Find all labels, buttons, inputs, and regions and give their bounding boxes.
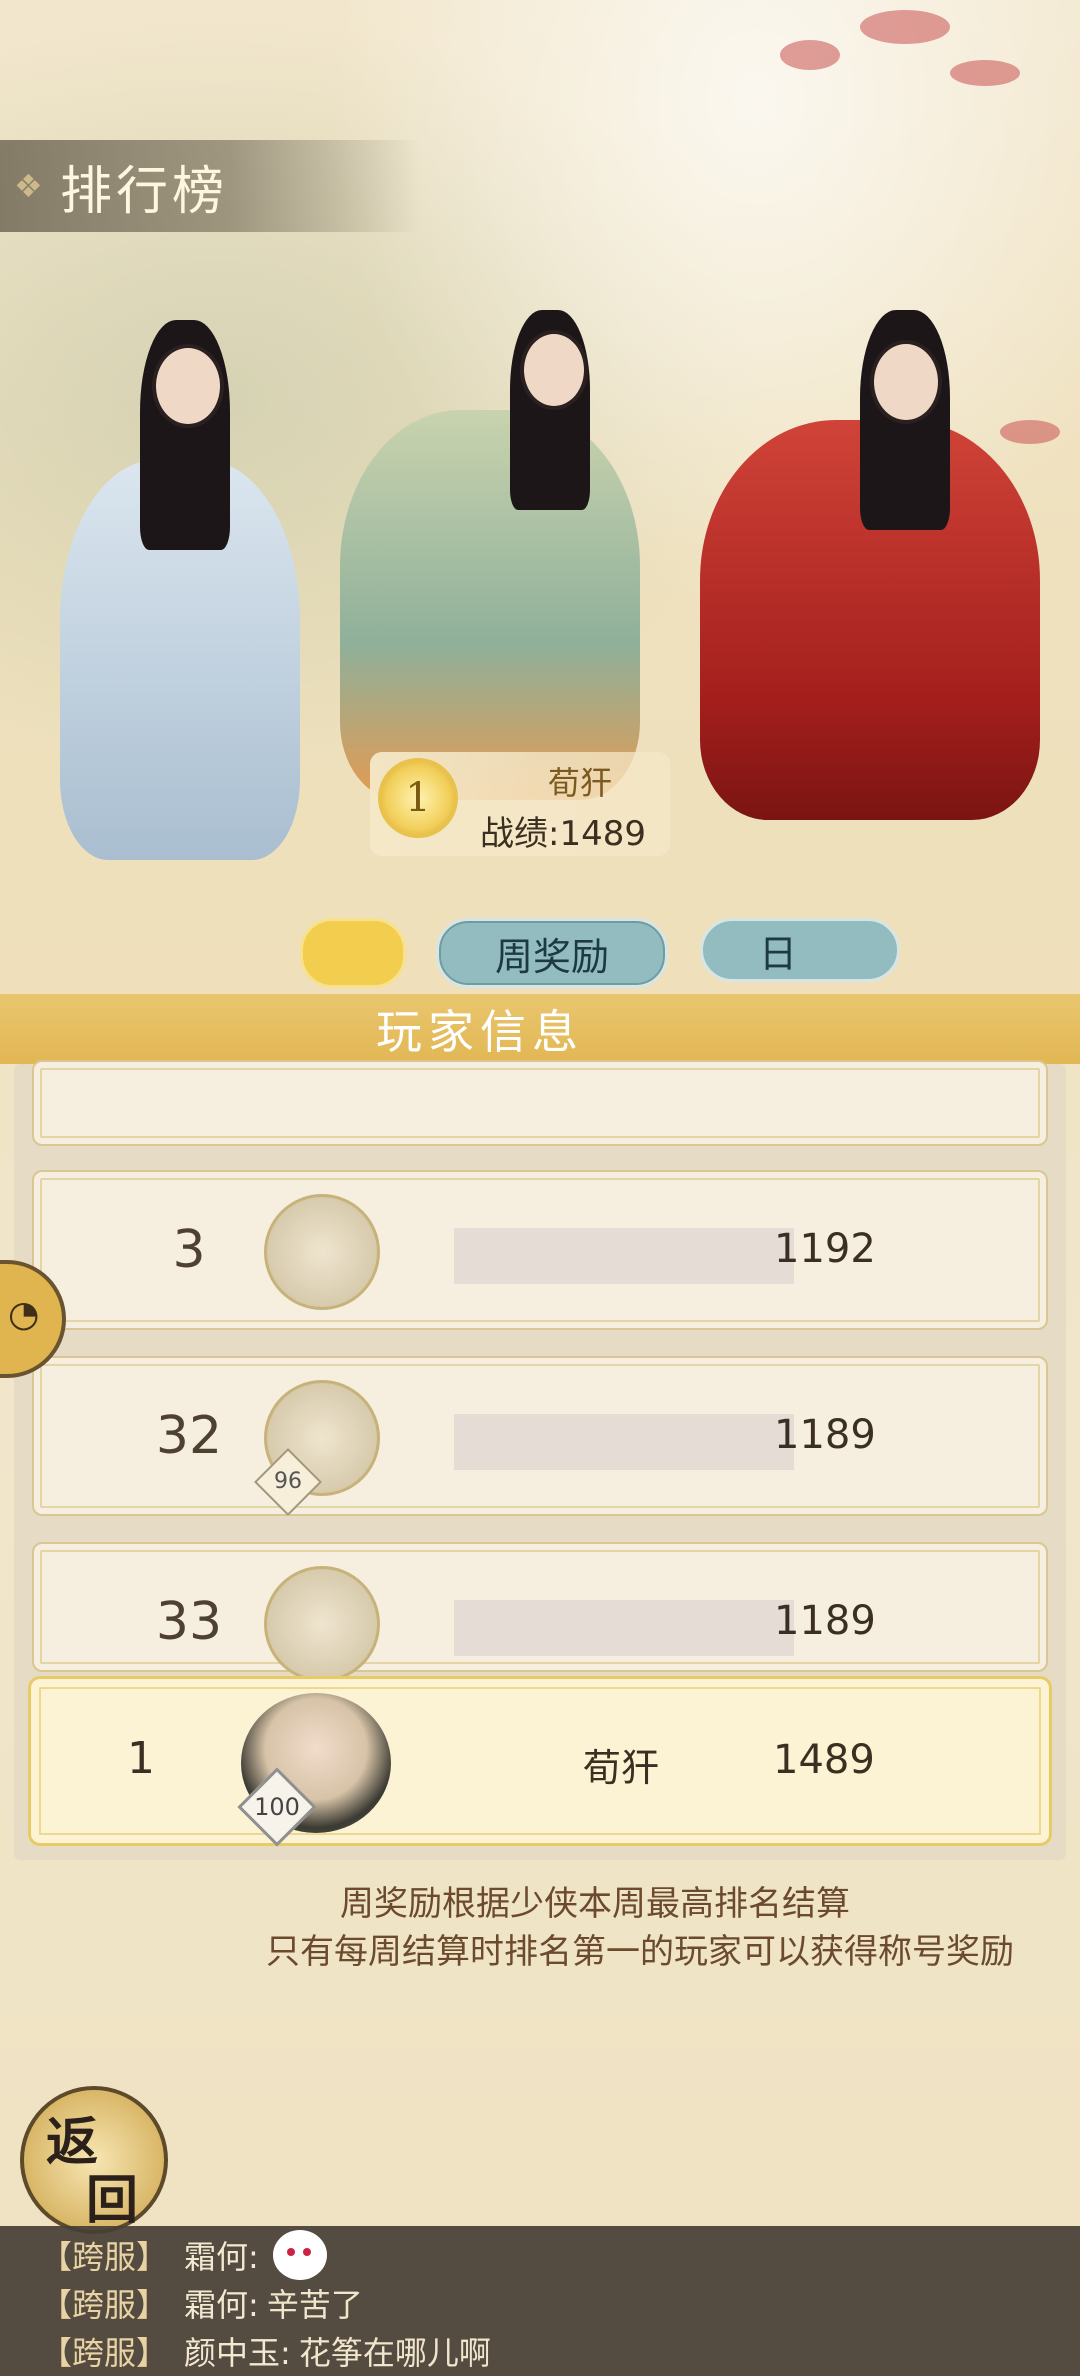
chat-channel-tag: 【跨服】 — [40, 2238, 169, 2276]
character-left[interactable] — [20, 300, 320, 860]
my-name: 荀犴 — [582, 1746, 659, 1790]
tab-weekly-label: 周奖励 — [494, 934, 609, 979]
player-name-obscured — [454, 1414, 794, 1470]
chat-sender: 霜何: — [184, 2238, 259, 2276]
level-value: 96 — [274, 1469, 302, 1494]
avatar[interactable] — [264, 1194, 380, 1310]
player-name-obscured — [454, 1600, 794, 1656]
tab-daily-reward[interactable]: 日 — [700, 918, 900, 982]
note-line-1: 周奖励根据少侠本周最高排名结算 — [340, 1884, 850, 1924]
tab-current[interactable] — [300, 918, 406, 988]
row-score: 1192 — [774, 1226, 876, 1272]
rank-medal-icon: 1 — [378, 758, 458, 838]
player-name-obscured — [454, 1228, 794, 1284]
level-value: 100 — [254, 1793, 300, 1821]
ornament-icon: ❖ — [14, 167, 43, 205]
blossom-decoration — [780, 40, 840, 70]
table-row[interactable]: 33 1189 — [32, 1542, 1048, 1682]
chat-text: 辛苦了 — [266, 2286, 363, 2324]
chat-sender: 霜何: — [184, 2286, 259, 2324]
my-rank-row[interactable]: 1 100 荀犴 1489 — [28, 1676, 1052, 1847]
back-button[interactable]: 返 回 — [20, 2086, 168, 2234]
character-center[interactable] — [300, 300, 680, 800]
chat-message: 【跨服】 霜何: 辛苦了 — [40, 2278, 363, 2328]
table-row[interactable] — [32, 1060, 1048, 1146]
section-header: 玩家信息 — [0, 994, 1080, 1064]
section-title: 玩家信息 — [376, 1005, 584, 1059]
table-row[interactable]: 32 96 1189 — [32, 1356, 1048, 1516]
blossom-decoration — [950, 60, 1020, 86]
top-rank-score: 战绩:1489 — [480, 814, 646, 854]
blush-emoji-icon — [272, 2230, 327, 2280]
my-rank: 1 — [127, 1733, 155, 1784]
top-rank-number: 1 — [405, 775, 431, 821]
blossom-decoration — [860, 10, 950, 44]
note-line-2: 只有每周结算时排名第一的玩家可以获得称号奖励 — [266, 1932, 1014, 1972]
row-score: 1189 — [774, 1412, 876, 1458]
chat-panel[interactable]: 【跨服】 霜何: 【跨服】 霜何: 辛苦了 【跨服】 颜中玉: 花筝在哪儿啊 — [0, 2226, 1080, 2376]
page-title: 排行榜 — [60, 161, 229, 222]
chat-bubble-icon: ◔ — [8, 1294, 40, 1335]
chat-text: 花筝在哪儿啊 — [298, 2334, 491, 2372]
my-score: 1489 — [773, 1737, 875, 1783]
title-banner: ❖ 排行榜 — [0, 140, 420, 232]
row-score: 1189 — [774, 1598, 876, 1644]
reward-notes: 周奖励根据少侠本周最高排名结算 只有每周结算时排名第一的玩家可以获得称号奖励 — [0, 1880, 1080, 1976]
top-rank-name: 荀犴 — [547, 764, 612, 802]
chat-channel-tag: 【跨服】 — [40, 2286, 169, 2324]
table-row[interactable]: 3 1192 — [32, 1170, 1048, 1330]
chat-channel-tag: 【跨服】 — [40, 2334, 169, 2372]
chat-message: 【跨服】 霜何: — [40, 2230, 327, 2280]
tab-daily-label: 日 — [759, 931, 798, 976]
chat-message: 【跨服】 颜中玉: 花筝在哪儿啊 — [40, 2326, 491, 2376]
character-right[interactable] — [680, 300, 1060, 820]
avatar[interactable] — [264, 1566, 380, 1682]
chat-sender: 颜中玉: — [184, 2334, 291, 2372]
back-char-2: 回 — [86, 2170, 139, 2231]
tab-weekly-reward[interactable]: 周奖励 — [436, 918, 668, 988]
hero-banner: ❖ 排行榜 1 荀犴 战绩:1489 — [0, 0, 1080, 1000]
